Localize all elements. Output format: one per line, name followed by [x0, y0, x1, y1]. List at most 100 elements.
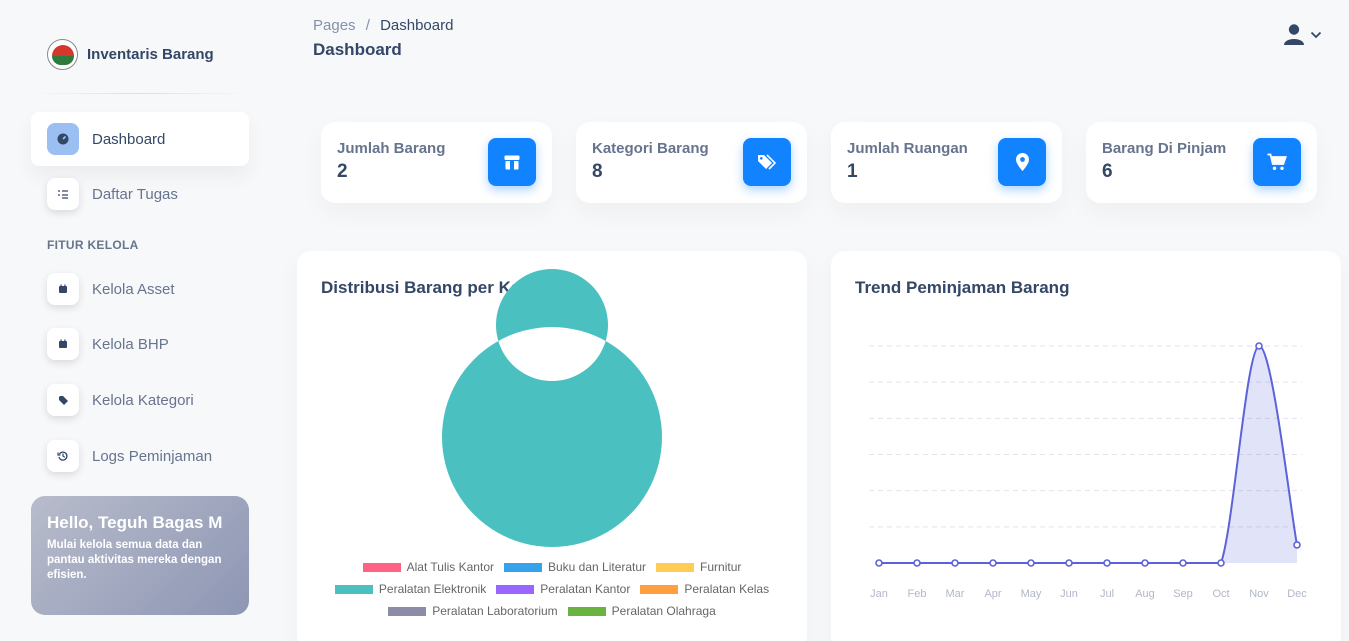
legend-item[interactable]: Peralatan Olahraga: [567, 604, 716, 618]
legend-swatch: [496, 584, 535, 594]
pie-slice-peralatan-elektronik[interactable]: [441, 269, 662, 547]
breadcrumb-current: Dashboard: [380, 17, 454, 34]
legend-label: Alat Tulis Kantor: [406, 560, 494, 574]
map-pin-icon: [998, 138, 1046, 186]
stat-card-jumlah-ruangan: Jumlah Ruangan 1: [831, 122, 1062, 203]
hello-text: Mulai kelola semua data dan pantau aktiv…: [47, 539, 222, 581]
legend-item[interactable]: Alat Tulis Kantor: [362, 560, 494, 574]
stat-card-jumlah-barang: Jumlah Barang 2: [321, 122, 552, 203]
page-title: Dashboard: [313, 40, 402, 59]
box-icon: [488, 138, 536, 186]
sidebar-item-logs-peminjaman[interactable]: Logs Peminjaman: [31, 429, 249, 483]
sidebar-item-dashboard[interactable]: Dashboard: [31, 112, 249, 166]
legend-item[interactable]: Peralatan Elektronik: [334, 582, 487, 596]
legend-label: Peralatan Elektronik: [378, 582, 487, 596]
legend-item[interactable]: Buku dan Literatur: [503, 560, 647, 574]
user-menu[interactable]: [1284, 24, 1322, 45]
legend-row: Peralatan Laboratorium Peralatan Olahraga: [297, 600, 807, 622]
donut-chart: [441, 269, 662, 547]
stat-card-barang-di-pinjam: Barang Di Pinjam 6: [1086, 122, 1317, 203]
data-point-jul[interactable]: [1103, 559, 1111, 567]
chart-panel-distribusi: Distribusi Barang per Kategori Alat Tuli…: [297, 251, 807, 641]
x-tick-label: Feb: [908, 588, 927, 600]
logo: [47, 39, 78, 70]
sidebar-item-kelola-asset[interactable]: Kelola Asset: [31, 262, 249, 316]
brand-name: Inventaris Barang: [87, 46, 214, 63]
divider: [31, 93, 249, 94]
legend-label: Peralatan Kantor: [540, 582, 631, 596]
tags-icon: [47, 384, 79, 416]
data-point-may[interactable]: [1027, 559, 1035, 567]
legend-label: Furnitur: [700, 560, 742, 574]
sidebar: Inventaris Barang Dashboard Daftar Tugas…: [0, 0, 280, 641]
x-tick-label: Dec: [1287, 588, 1307, 600]
breadcrumb-separator: /: [365, 17, 370, 34]
legend-item[interactable]: Peralatan Kelas: [640, 582, 769, 596]
breadcrumb: Pages / Dashboard: [313, 17, 453, 34]
chart-legend: Alat Tulis Kantor Buku dan Literatur Furni…: [297, 556, 807, 622]
data-point-feb[interactable]: [913, 559, 921, 567]
sidebar-item-kelola-bhp[interactable]: Kelola BHP: [31, 317, 249, 371]
x-tick-label: Oct: [1212, 588, 1229, 600]
sidebar-item-label: Logs Peminjaman: [92, 447, 213, 465]
data-point-jun[interactable]: [1065, 559, 1073, 567]
data-point-aug[interactable]: [1141, 559, 1149, 567]
brand[interactable]: Inventaris Barang: [47, 39, 214, 70]
stat-card-kategori-barang: Kategori Barang 8: [576, 122, 807, 203]
legend-label: Peralatan Laboratorium: [432, 604, 558, 618]
chevron-down-icon: [1310, 31, 1322, 38]
data-point-dec[interactable]: [1293, 541, 1301, 549]
x-tick-label: Jan: [870, 588, 888, 600]
legend-item[interactable]: Peralatan Laboratorium: [388, 604, 558, 618]
hello-card: Hello, Teguh Bagas M Mulai kelola semua …: [31, 496, 249, 615]
cart-icon: [1253, 138, 1301, 186]
legend-label: Peralatan Kelas: [684, 582, 770, 596]
legend-swatch: [334, 584, 373, 594]
sidebar-item-label: Kelola BHP: [92, 335, 169, 353]
x-tick-label: Jun: [1060, 588, 1078, 600]
data-point-sep[interactable]: [1179, 559, 1187, 567]
hello-title: Hello, Teguh Bagas M: [47, 513, 223, 532]
dashboard-icon: [47, 123, 79, 155]
x-tick-label: Sep: [1173, 588, 1193, 600]
legend-label: Peralatan Olahraga: [611, 604, 716, 618]
legend-swatch: [388, 606, 427, 616]
legend-swatch: [656, 562, 695, 572]
user-icon: [1284, 24, 1304, 45]
sidebar-item-kelola-kategori[interactable]: Kelola Kategori: [31, 373, 249, 427]
legend-swatch: [567, 606, 606, 616]
data-point-nov[interactable]: [1255, 342, 1263, 350]
data-point-oct[interactable]: [1217, 559, 1225, 567]
x-tick-label: May: [1021, 588, 1042, 600]
x-tick-label: Aug: [1135, 588, 1155, 600]
legend-swatch: [640, 584, 679, 594]
area-chart: Jan Feb Mar Apr May Jun Jul Aug Sep Oct Nov Dec: [869, 342, 1307, 600]
sidebar-item-label: Kelola Kategori: [92, 391, 194, 409]
section-title: FITUR KELOLA: [47, 238, 139, 252]
tags-icon: [743, 138, 791, 186]
x-tick-label: Nov: [1249, 588, 1269, 600]
legend-row: Peralatan Elektronik Peralatan Kantor Pera…: [297, 578, 807, 600]
calendar-icon: [47, 273, 79, 305]
legend-item[interactable]: Furnitur: [656, 560, 741, 574]
data-point-apr[interactable]: [989, 559, 997, 567]
sidebar-item-daftar-tugas[interactable]: Daftar Tugas: [31, 167, 249, 221]
calendar-icon: [47, 328, 79, 360]
x-tick-label: Apr: [984, 588, 1001, 600]
sidebar-item-label: Kelola Asset: [92, 280, 175, 298]
legend-item[interactable]: Peralatan Kantor: [496, 582, 630, 596]
legend-swatch: [362, 562, 401, 572]
breadcrumb-root[interactable]: Pages: [313, 17, 356, 34]
chart-panel-trend: Trend Peminjaman Barang Jan Feb Mar Apr May J…: [831, 251, 1341, 641]
legend-label: Buku dan Literatur: [547, 560, 647, 574]
x-tick-label: Jul: [1100, 588, 1114, 600]
task-list-icon: [47, 178, 79, 210]
data-point-jan[interactable]: [875, 559, 883, 567]
history-icon: [47, 440, 79, 472]
legend-row: Alat Tulis Kantor Buku dan Literatur Furni…: [297, 556, 807, 578]
x-tick-label: Mar: [946, 588, 965, 600]
data-point-mar[interactable]: [951, 559, 959, 567]
legend-swatch: [503, 562, 542, 572]
sidebar-item-label: Daftar Tugas: [92, 185, 178, 203]
sidebar-item-label: Dashboard: [92, 130, 166, 148]
